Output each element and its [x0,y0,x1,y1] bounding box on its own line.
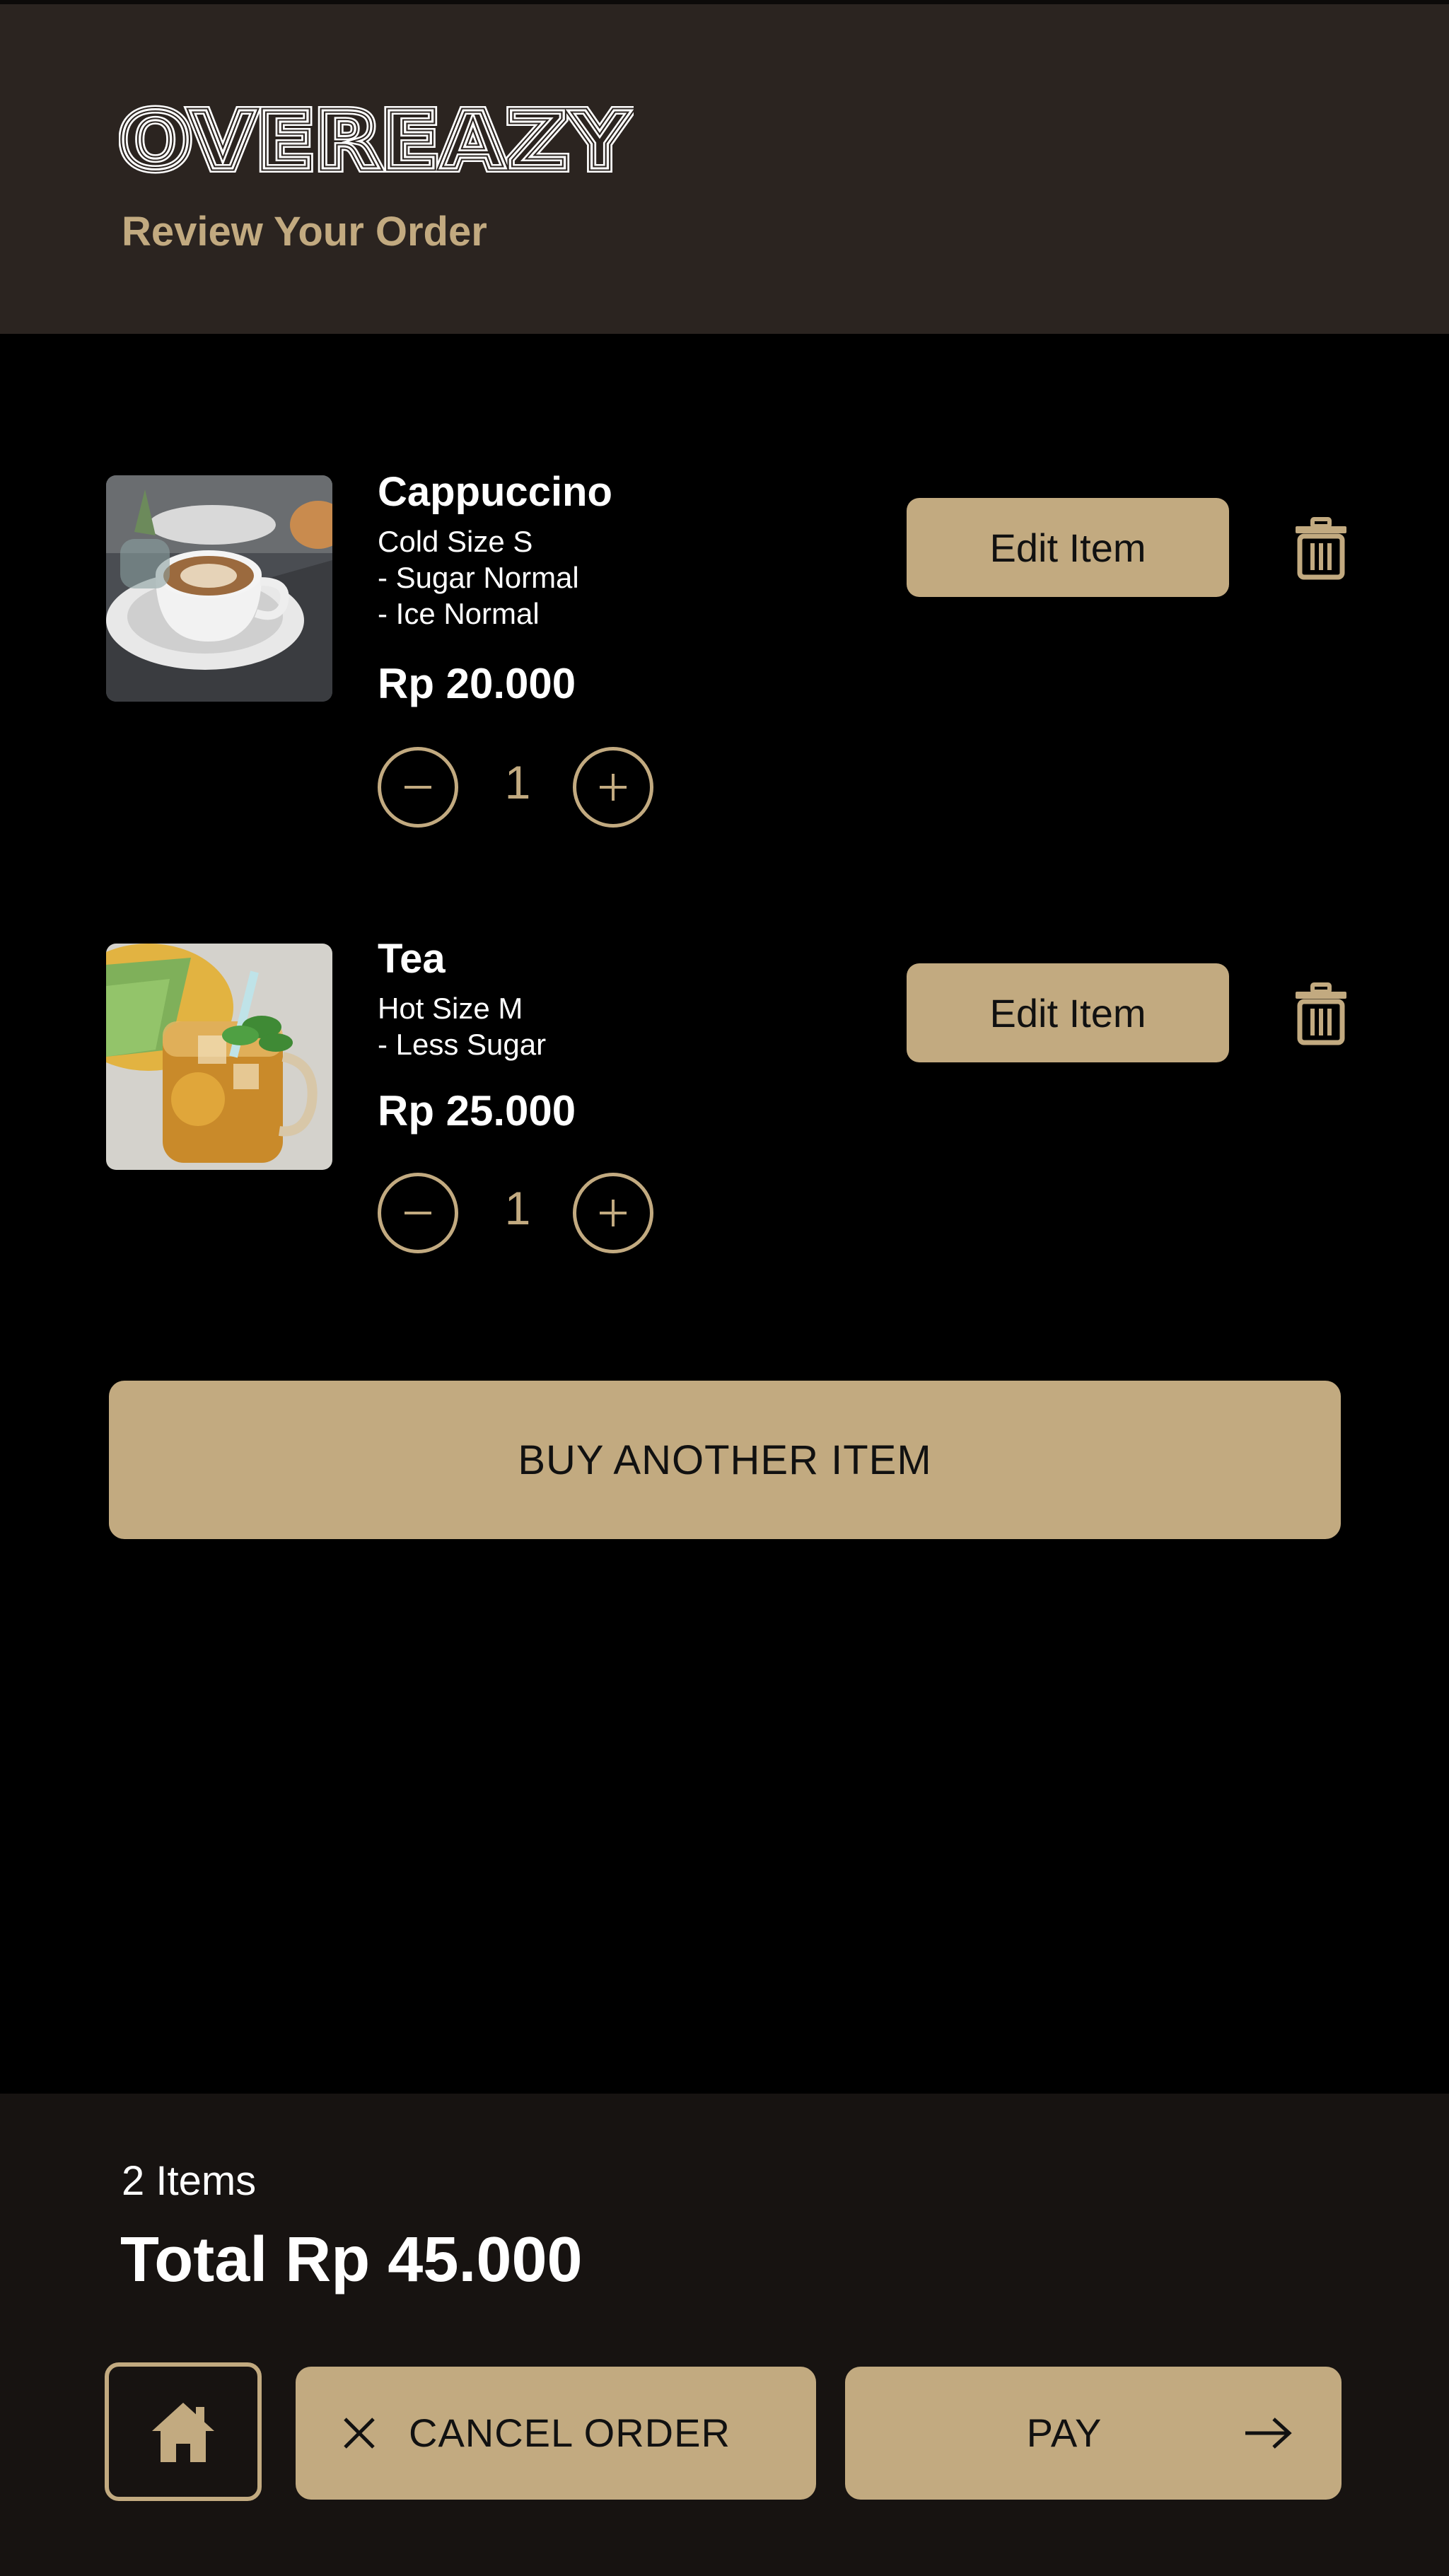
items-count: 2 Items [122,2158,257,2204]
item-detail: - Ice Normal [378,597,540,630]
item-price: Rp 25.000 [378,1087,576,1135]
cancel-order-button[interactable]: CANCEL ORDER [296,2367,816,2500]
edit-item-button[interactable]: Edit Item [907,963,1229,1062]
minus-icon [405,786,431,789]
item-price: Rp 20.000 [378,660,576,707]
item-name: Cappuccino [378,469,612,515]
home-icon [152,2403,214,2462]
item-detail: Cold Size S [378,525,533,558]
item-quantity: 1 [504,1182,531,1234]
item-detail: Hot Size M [378,992,523,1025]
increase-quantity-button[interactable] [573,1173,653,1253]
home-button[interactable] [105,2362,262,2501]
arrow-right-icon [1245,2418,1292,2449]
increase-quantity-button[interactable] [573,747,653,828]
plus-icon [600,1200,627,1226]
item-name: Tea [378,936,446,982]
minus-icon [405,1212,431,1214]
order-review-page: OVEREAZY OVEREAZY OVEREAZY Review Your O… [0,0,1449,2576]
pay-button[interactable]: PAY [845,2367,1342,2500]
brand-logo-core: OVEREAZY [119,103,632,174]
decrease-quantity-button[interactable] [378,1173,458,1253]
cancel-order-label: CANCEL ORDER [409,2410,731,2455]
tea-image [106,944,332,1170]
page-subtitle: Review Your Order [122,209,487,255]
header: OVEREAZY OVEREAZY OVEREAZY Review Your O… [0,0,1449,334]
decrease-quantity-button[interactable] [378,747,458,828]
trash-icon[interactable] [1293,982,1349,1045]
plus-icon [600,774,627,801]
item-quantity: 1 [504,756,531,808]
brand-logo: OVEREAZY OVEREAZY OVEREAZY [119,103,634,174]
cappuccino-image [106,475,332,702]
edit-item-button[interactable]: Edit Item [907,498,1229,597]
item-detail: - Sugar Normal [378,561,579,594]
buy-another-item-button[interactable]: BUY ANOTHER ITEM [109,1381,1341,1539]
trash-icon[interactable] [1293,516,1349,580]
pay-label: PAY [1026,2410,1102,2455]
close-icon [344,2418,375,2449]
order-total: Total Rp 45.000 [120,2224,583,2295]
item-detail: - Less Sugar [378,1028,547,1061]
